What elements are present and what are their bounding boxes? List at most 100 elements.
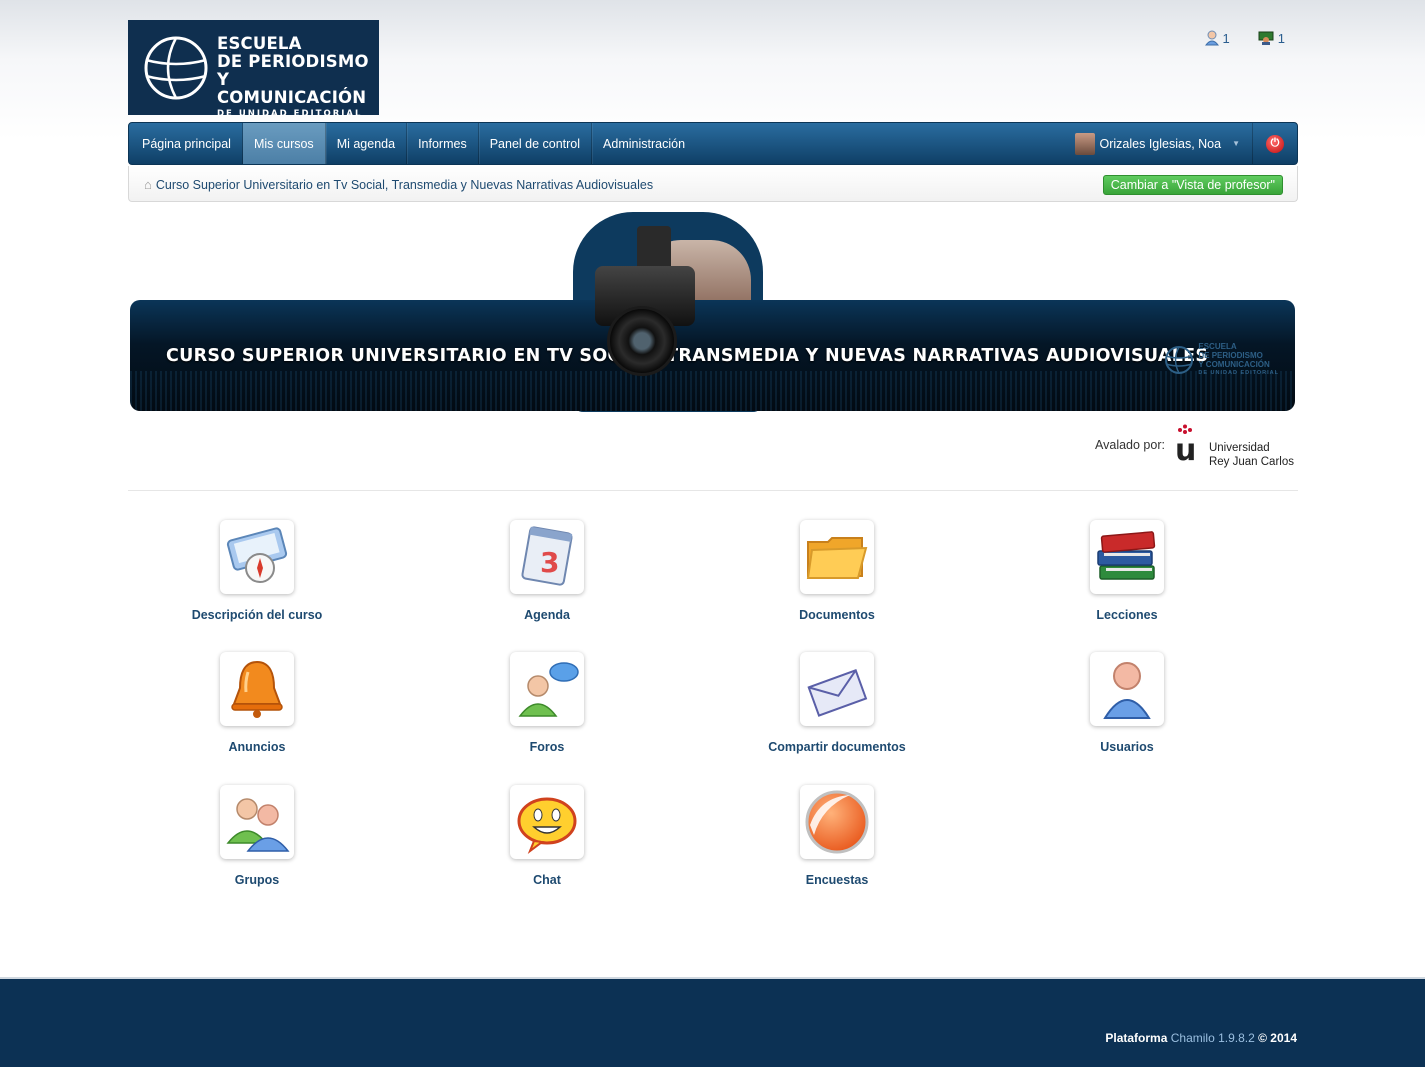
tool-label[interactable]: Lecciones (1027, 608, 1227, 622)
university-name: Universidad Rey Juan Carlos (1209, 441, 1294, 469)
online-teachers-indicator[interactable]: 1 (1258, 30, 1285, 46)
site-logo[interactable]: ESCUELA DE PERIODISMO Y COMUNICACIÓN DE … (128, 20, 379, 119)
logo-text: ESCUELA DE PERIODISMO Y COMUNICACIÓN DE … (217, 35, 379, 123)
footer-copyright: © 2014 (1258, 1031, 1297, 1045)
nav-control-panel[interactable]: Panel de control (479, 123, 593, 164)
globe-logo-icon (144, 36, 208, 100)
tool-icon-box[interactable] (220, 520, 294, 594)
svg-text:3: 3 (540, 546, 559, 579)
tool-label[interactable]: Chat (447, 873, 647, 887)
footer-prefix: Plataforma (1105, 1031, 1168, 1045)
tool-announcements[interactable]: Anuncios (157, 652, 357, 754)
tool-course-description[interactable]: Descripción del curso (157, 520, 357, 622)
tool-icon-box[interactable] (510, 785, 584, 859)
folder-icon (806, 537, 868, 579)
home-icon: ⌂ (144, 177, 152, 192)
tool-icon-box[interactable] (800, 652, 874, 726)
switch-teacher-view-button[interactable]: Cambiar a "Vista de profesor" (1102, 175, 1283, 195)
online-users-indicator[interactable]: 1 (1204, 30, 1230, 46)
books-icon (1097, 531, 1156, 580)
tool-icon-box[interactable] (1090, 520, 1164, 594)
tool-agenda[interactable]: 3 Agenda (447, 520, 647, 622)
tool-label[interactable]: Encuestas (737, 873, 937, 887)
user-name: Orizales Iglesias, Noa (1099, 136, 1222, 151)
tool-label[interactable]: Agenda (447, 608, 647, 622)
tool-icon-box[interactable] (220, 652, 294, 726)
tool-icon-box[interactable] (800, 520, 874, 594)
camera-image (585, 226, 695, 411)
survey-icon (805, 790, 869, 854)
tool-label[interactable]: Grupos (157, 873, 357, 887)
tool-documents[interactable]: Documentos (737, 520, 937, 622)
envelope-icon (807, 669, 868, 717)
nav-reports[interactable]: Informes (407, 123, 479, 164)
tool-forums[interactable]: Foros (447, 652, 647, 754)
group-icon (226, 798, 290, 852)
endorsement: Avalado por: u Universidad Rey Juan Carl… (1095, 424, 1294, 469)
footer: Plataforma Chamilo 1.9.8.2 © 2014 (0, 977, 1425, 1067)
university-line: Rey Juan Carlos (1208, 456, 1294, 468)
tool-label[interactable]: Anuncios (157, 740, 357, 754)
logo-line: ESCUELA (217, 34, 302, 53)
globe-logo-icon (1165, 346, 1194, 374)
urjc-u-letter: u (1174, 433, 1197, 468)
logo-line: Y COMUNICACIÓN (217, 70, 367, 107)
banner-pattern (130, 371, 1295, 411)
online-teachers-count: 1 (1277, 30, 1285, 46)
banner-logo-line: DE PERIODISMO (1198, 351, 1263, 360)
tool-share-documents[interactable]: Compartir documentos (737, 652, 937, 754)
tool-chat[interactable]: Chat (447, 785, 647, 887)
main-navbar: Página principal Mis cursos Mi agenda In… (128, 122, 1298, 165)
online-indicators: 1 1 (1204, 30, 1285, 46)
tool-label[interactable]: Compartir documentos (737, 740, 937, 754)
camera-top (637, 226, 671, 270)
compass-icon (226, 527, 288, 583)
course-banner: CURSO SUPERIOR UNIVERSITARIO EN TV SOCIA… (130, 300, 1295, 411)
nav-home[interactable]: Página principal (129, 123, 243, 164)
teacher-icon (1258, 31, 1274, 45)
footer-credits: Plataforma Chamilo 1.9.8.2 © 2014 (1105, 1031, 1297, 1045)
logout-button[interactable]: ⏻ (1253, 123, 1297, 164)
user-menu[interactable]: Orizales Iglesias, Noa ▼ (1074, 123, 1253, 164)
banner-logo-line: Y COMUNICACIÓN (1198, 360, 1270, 369)
breadcrumb: ⌂ Curso Superior Universitario en Tv Soc… (128, 166, 1298, 202)
tool-icon-box[interactable] (220, 785, 294, 859)
online-users-count: 1 (1222, 30, 1230, 46)
navbar-right: Orizales Iglesias, Noa ▼ ⏻ (1074, 123, 1298, 164)
tool-icon-box[interactable] (800, 785, 874, 859)
tool-label[interactable]: Documentos (737, 608, 937, 622)
footer-product-link[interactable]: Chamilo 1.9.8.2 (1171, 1031, 1255, 1045)
breadcrumb-course[interactable]: Curso Superior Universitario en Tv Socia… (156, 178, 653, 192)
calendar-icon: 3 (521, 526, 573, 586)
urjc-logo: u (1173, 424, 1199, 466)
avatar (1074, 132, 1095, 155)
tool-users[interactable]: Usuarios (1027, 652, 1227, 754)
tool-label[interactable]: Descripción del curso (157, 608, 357, 622)
university-line: Universidad (1208, 442, 1270, 454)
tool-icon-box[interactable]: 3 (510, 520, 584, 594)
divider (128, 490, 1298, 491)
logo-subline: DE UNIDAD EDITORIAL (217, 109, 363, 119)
banner-logo-line: DE UNIDAD EDITORIAL (1198, 370, 1279, 376)
tool-label[interactable]: Foros (447, 740, 647, 754)
chevron-down-icon: ▼ (1232, 139, 1240, 148)
user-icon (1204, 30, 1219, 46)
user-icon (1103, 662, 1151, 719)
tool-icon-box[interactable] (510, 652, 584, 726)
breadcrumb-item[interactable]: ⌂ Curso Superior Universitario en Tv Soc… (144, 177, 653, 192)
banner-school-logo: ESCUELA DE PERIODISMO Y COMUNICACIÓN DE … (1164, 342, 1279, 378)
nav-my-courses[interactable]: Mis cursos (242, 123, 326, 164)
tool-icon-box[interactable] (1090, 652, 1164, 726)
nav-my-agenda[interactable]: Mi agenda (326, 123, 408, 164)
tool-lessons[interactable]: Lecciones (1027, 520, 1227, 622)
power-icon: ⏻ (1266, 134, 1284, 153)
forum-icon (518, 662, 579, 717)
camera-lens (607, 306, 677, 376)
tool-surveys[interactable]: Encuestas (737, 785, 937, 887)
chat-icon (517, 797, 577, 854)
logo-line: DE PERIODISMO (217, 52, 369, 71)
nav-administration[interactable]: Administración (592, 123, 696, 164)
tool-label[interactable]: Usuarios (1027, 740, 1227, 754)
tool-groups[interactable]: Grupos (157, 785, 357, 887)
endorsement-label: Avalado por: (1095, 438, 1165, 452)
